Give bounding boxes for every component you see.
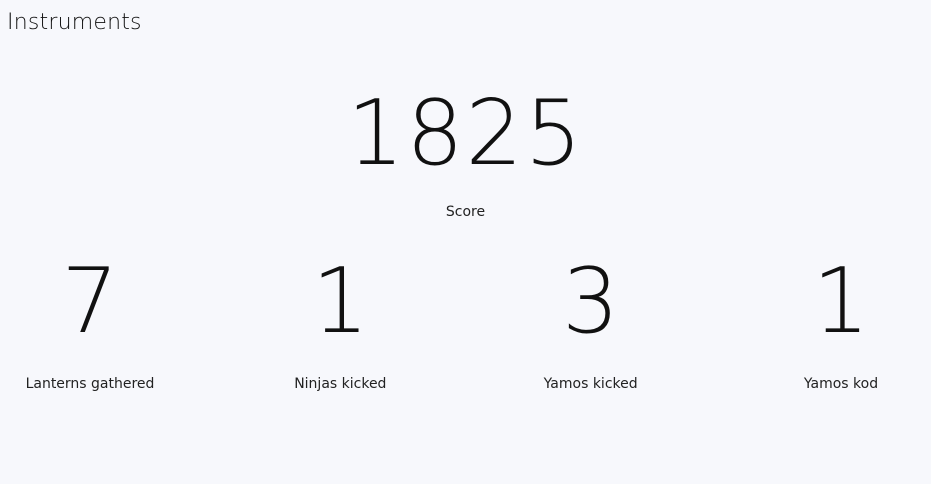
stat-label: Lanterns gathered bbox=[25, 376, 155, 392]
page-title: Instruments bbox=[7, 10, 142, 35]
stat-ninjas-kicked: 1 Ninjas kicked bbox=[240, 250, 440, 400]
stats-row: 7 Lanterns gathered 1 Ninjas kicked 3 Ya… bbox=[0, 250, 931, 400]
stat-label: Ninjas kicked bbox=[294, 376, 387, 392]
stat-yamos-kicked: 3 Yamos kicked bbox=[491, 250, 691, 400]
score-value: 1825 bbox=[346, 81, 585, 186]
stat-value: 1 bbox=[311, 249, 369, 354]
score-panel: 1825 Score bbox=[0, 78, 931, 222]
stat-value: 7 bbox=[61, 249, 119, 354]
stat-value: 3 bbox=[562, 249, 620, 354]
stat-value: 1 bbox=[812, 249, 870, 354]
stat-label: Yamos kod bbox=[803, 376, 879, 392]
stat-label: Yamos kicked bbox=[543, 376, 638, 392]
score-label: Score bbox=[445, 204, 486, 220]
stat-yamos-kod: 1 Yamos kod bbox=[741, 250, 931, 400]
stat-lanterns-gathered: 7 Lanterns gathered bbox=[0, 250, 190, 400]
